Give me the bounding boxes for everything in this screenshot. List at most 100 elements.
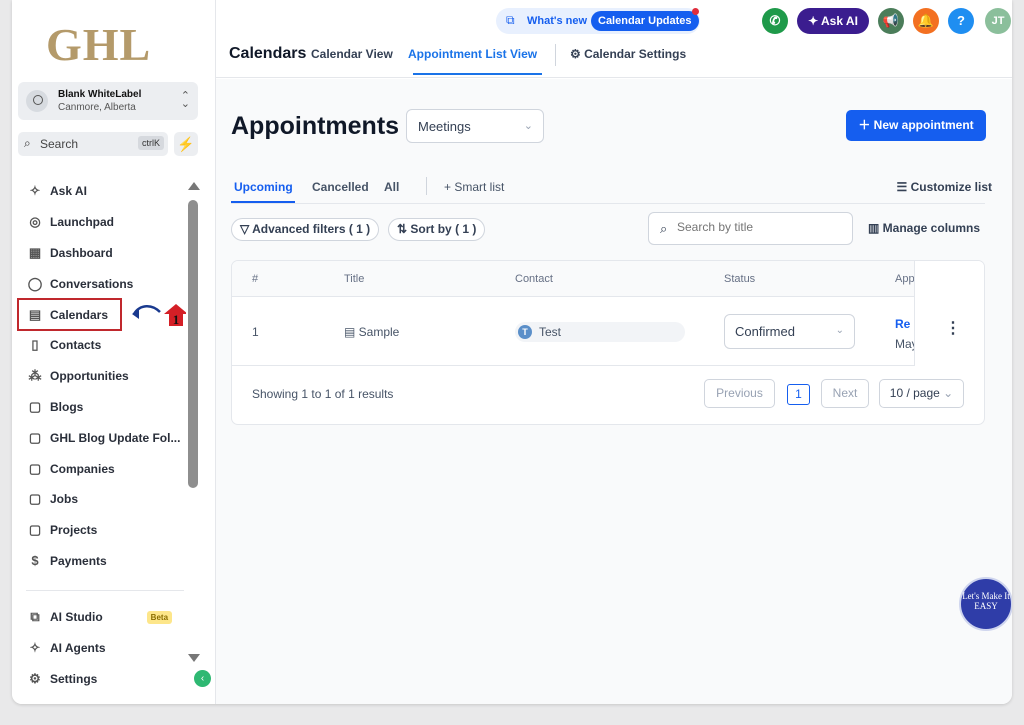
tab-upcoming[interactable]: Upcoming [234,180,293,194]
search-input[interactable] [677,220,842,234]
previous-button[interactable]: Previous [704,379,775,408]
filter-icon: ▽ [240,222,253,236]
contact-chip[interactable]: T Test [515,322,685,342]
ask-ai-label: Ask AI [821,14,858,28]
beta-badge: Beta [146,610,173,624]
next-button[interactable]: Next [821,379,869,408]
calendar-icon: ▤ [344,325,359,339]
sidebar-item-opportunities[interactable]: ⁂ Opportunities [18,361,188,392]
more-options-icon[interactable]: ⋮ [945,318,961,338]
ai-studio-icon: ⧉ [30,609,40,625]
tab-label: Calendar Settings [584,47,687,61]
advanced-filters-button[interactable]: ▽ Advanced filters ( 1 ) [231,218,380,241]
grid-icon: ▦ [28,244,42,260]
collapse-sidebar-icon[interactable]: ‹ [194,670,211,687]
sidebar-item-calendars[interactable]: ▤ Calendars [17,298,122,331]
sort-by-button[interactable]: ⇅ Sort by ( 1 ) [388,218,486,241]
ask-ai-button[interactable]: ✦ Ask AI [797,8,869,34]
page-number-button[interactable]: 1 [787,384,810,405]
sidebar-item-label: Jobs [50,492,79,507]
sidebar-item-label: AI Studio [50,610,103,625]
sort-icon: ⇅ [397,222,411,236]
row-actions-column: ⋮ [914,261,984,366]
tab-calendar-view[interactable]: Calendar View [311,47,393,61]
sidebar-item-payments[interactable]: $ Payments [18,546,188,577]
row-number: 1 [252,325,259,339]
bell-icon[interactable]: 🔔 [913,8,939,34]
user-avatar[interactable]: JT [985,8,1011,34]
box-icon: ▢ [28,460,42,476]
sidebar-item-launchpad[interactable]: ◎ Launchpad [18,207,188,238]
tab-appointment-list-view[interactable]: Appointment List View [408,47,537,61]
sidebar-item-contacts[interactable]: ▯ Contacts [18,330,188,361]
box-icon: ▢ [28,398,42,414]
sidebar-item-settings[interactable]: ⚙ Settings [18,664,188,695]
page-size-value: 10 / page [889,386,940,400]
sidebar-item-ai-studio[interactable]: ⧉ AI Studio Beta [18,602,188,633]
page-heading: Appointments [231,112,400,140]
sidebar-item-label: Payments [50,553,107,568]
sidebar-item-projects[interactable]: ▢ Projects [18,515,188,546]
contact-name: Test [539,325,562,339]
quick-action-bolt-icon[interactable]: ⚡ [174,132,198,156]
status-select[interactable]: Confirmed ⌄ [724,314,855,349]
sidebar: GHL Blank WhiteLabel Canmore, Alberta ⌃ ⌄… [12,0,216,704]
sidebar-nav: ✧ Ask AI ◎ Launchpad ▦ Dashboard ◯ Conversat… [17,176,188,577]
customize-label: Customize list [910,180,992,194]
status-value: Confirmed [735,324,795,339]
tab-calendar-settings[interactable]: ⚙ Calendar Settings [570,47,686,61]
sidebar-item-companies[interactable]: ▢ Companies [18,453,188,484]
notification-dot [692,8,699,15]
scroll-up-arrow[interactable] [188,182,200,190]
box-icon: ▢ [28,522,42,538]
help-widget-button[interactable]: Let's Make It EASY [959,577,1012,631]
appointment-time-top: Re [895,317,911,331]
table-row[interactable]: 1 ▤ Sample T Test Confirmed ⌄ Re May [232,298,984,366]
manage-columns-button[interactable]: ▥ Manage columns [868,221,980,235]
chevron-down-icon: ⌄ [835,325,844,336]
sidebar-item-conversations[interactable]: ◯ Conversations [18,268,188,299]
chevron-updown-icon: ⌃ ⌄ [180,90,190,110]
results-count: Showing 1 to 1 of 1 results [252,387,394,401]
search-icon: ⌕ [24,136,31,150]
chevron-down-icon: ⌄ [523,120,533,132]
sidebar-scrollbar[interactable] [188,200,198,488]
app-window: GHL Blank WhiteLabel Canmore, Alberta ⌃ ⌄… [12,0,1012,704]
column-header-number: # [252,273,259,285]
smart-list-button[interactable]: + Smart list [444,180,504,194]
sidebar-item-label: GHL Blog Update Fol... [50,430,181,445]
calendar-updates-badge[interactable]: Calendar Updates [591,11,699,31]
sidebar-item-blogs[interactable]: ▢ Blogs [18,392,188,423]
page-size-select[interactable]: 10 / page ⌄ [879,379,964,408]
manage-columns-label: Manage columns [882,221,981,235]
whats-new-banner[interactable]: ⧉ What's new Calendar Updates [496,8,700,34]
tab-cancelled[interactable]: Cancelled [312,180,369,194]
column-header-appointment-time: App [895,273,915,285]
scroll-down-arrow[interactable] [188,654,200,662]
sidebar-item-label: AI Agents [50,641,106,656]
calendar-filter-dropdown[interactable]: Meetings ⌄ [406,109,544,143]
sidebar-search[interactable]: ⌕ Search ctrlK [18,132,168,156]
sort-by-label: Sort by ( 1 ) [410,222,477,236]
sidebar-divider [26,590,184,591]
sparkle-icon: ✧ [29,183,41,199]
sidebar-item-ai-agents[interactable]: ✧ AI Agents [18,633,188,664]
sidebar-item-jobs[interactable]: ▢ Jobs [18,484,188,515]
help-icon[interactable]: ? [948,8,974,34]
megaphone-icon[interactable]: 📢 [878,8,904,34]
account-switcher[interactable]: Blank WhiteLabel Canmore, Alberta ⌃ ⌄ [18,82,198,120]
tab-all[interactable]: All [384,180,399,194]
customize-list-button[interactable]: ☰ Customize list [897,180,992,194]
sidebar-item-dashboard[interactable]: ▦ Dashboard [18,238,188,269]
row-title[interactable]: ▤ Sample [344,325,399,339]
search-by-title-field[interactable]: ⌕ [648,212,853,245]
annotation-callout: 1 [132,304,186,327]
main-content: Appointments Meetings ⌄ ＋ New appointmen… [216,79,1012,704]
new-appointment-button[interactable]: ＋ New appointment [846,110,986,141]
sidebar-item-ask-ai[interactable]: ✧ Ask AI [18,176,188,207]
phone-icon[interactable]: ✆ [762,8,788,34]
sidebar-item-ghl-blog-update[interactable]: ▢ GHL Blog Update Fol... [18,422,188,453]
sidebar-item-label: Contacts [50,338,102,353]
sidebar-item-label: Projects [50,523,98,538]
sidebar-item-label: Opportunities [50,369,129,384]
